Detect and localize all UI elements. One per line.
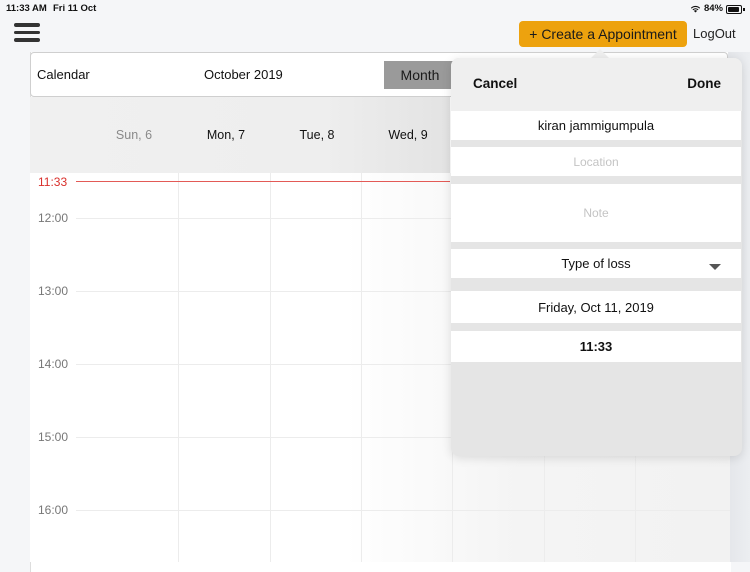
battery-percent: 84% (703, 3, 723, 14)
week-days-header: Sun, 6 Mon, 7 Tue, 8 Wed, 9 (30, 97, 450, 173)
hour-label: 12:00 (38, 211, 69, 225)
day-column-divider (361, 173, 362, 562)
battery-icon (726, 4, 745, 14)
name-field[interactable]: kiran jammigumpula (451, 111, 741, 140)
day-header[interactable]: Tue, 8 (271, 128, 363, 142)
date-field[interactable]: Friday, Oct 11, 2019 (451, 291, 741, 323)
logout-button[interactable]: LogOut (693, 26, 736, 41)
dropdown-caret-icon (709, 264, 721, 270)
hour-label: 15:00 (38, 430, 69, 444)
calendar-month-label: October 2019 (204, 67, 283, 82)
hour-label: 16:00 (38, 503, 69, 517)
status-bar: 11:33 AM Fri 11 Oct 84% (0, 0, 750, 16)
day-header[interactable]: Mon, 7 (180, 128, 272, 142)
cancel-button[interactable]: Cancel (473, 76, 517, 91)
time-field[interactable]: 11:33 (451, 331, 741, 362)
done-button[interactable]: Done (687, 76, 721, 91)
month-view-button[interactable]: Month (384, 61, 456, 89)
current-time-label: 11:33 (38, 175, 68, 189)
appointment-popover: Cancel Done kiran jammigumpula Location … (451, 58, 742, 456)
type-of-loss-dropdown[interactable]: Type of loss (451, 249, 741, 278)
hour-label: 13:00 (38, 284, 69, 298)
popover-arrow (591, 49, 609, 58)
popover-header: Cancel Done (451, 58, 742, 111)
wifi-icon (690, 5, 701, 13)
location-field[interactable]: Location (451, 147, 741, 176)
note-field[interactable]: Note (451, 184, 741, 242)
hour-line (76, 510, 730, 511)
day-header[interactable]: Wed, 9 (362, 128, 454, 142)
status-date: Fri 11 Oct (53, 3, 97, 14)
day-header[interactable]: Sun, 6 (88, 128, 180, 142)
day-column-divider (270, 173, 271, 562)
calendar-title: Calendar (37, 67, 90, 82)
day-column-divider (178, 173, 179, 562)
status-indicators: 84% (690, 3, 745, 14)
hour-label: 14:00 (38, 357, 69, 371)
status-time: 11:33 AM (6, 3, 47, 14)
hamburger-icon (14, 23, 40, 27)
create-appointment-button[interactable]: + Create a Appointment (519, 21, 687, 47)
hamburger-menu-button[interactable] (14, 23, 42, 45)
current-time-line (76, 181, 450, 182)
type-of-loss-label: Type of loss (561, 256, 631, 271)
